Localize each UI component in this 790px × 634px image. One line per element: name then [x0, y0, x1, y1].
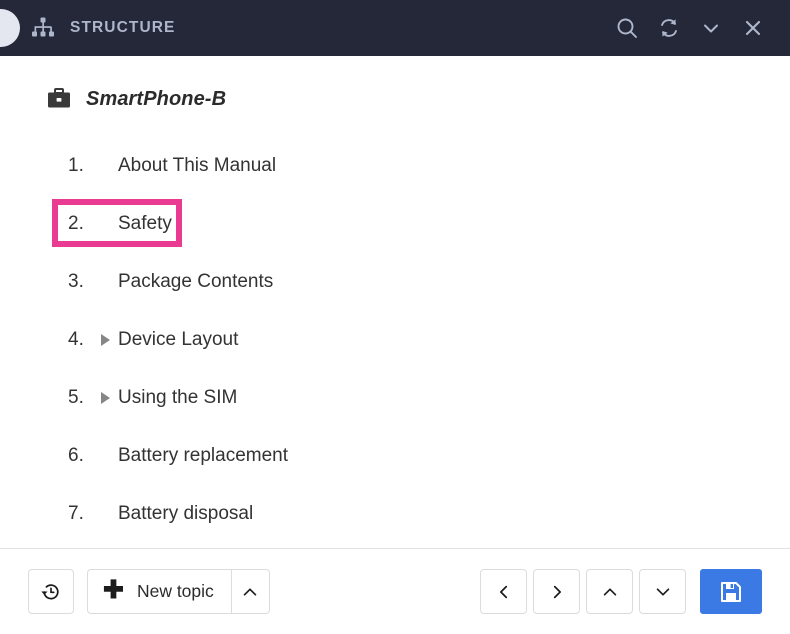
- panel-footer-toolbar: ✚ New topic: [0, 548, 790, 634]
- chevron-down-icon[interactable]: [698, 15, 724, 41]
- refresh-icon[interactable]: [656, 15, 682, 41]
- plus-icon: ✚: [103, 578, 124, 603]
- new-topic-button[interactable]: ✚ New topic: [87, 569, 232, 614]
- tree-item-label: About This Manual: [118, 155, 276, 177]
- tree-item-number: 1.: [68, 155, 92, 177]
- tree-item[interactable]: 2. Safety: [0, 195, 790, 253]
- tree-item-number: 3.: [68, 271, 92, 293]
- tree-item-label: Package Contents: [118, 271, 273, 293]
- tree-item[interactable]: 3. Package Contents: [0, 253, 790, 311]
- search-icon[interactable]: [614, 15, 640, 41]
- tree-item[interactable]: 7. Battery disposal: [0, 485, 790, 543]
- structure-panel-header: STRUCTURE: [0, 0, 790, 56]
- panel-title: STRUCTURE: [70, 19, 175, 37]
- header-actions: [614, 15, 766, 41]
- save-button[interactable]: [700, 569, 762, 614]
- topic-tree: 1. About This Manual 2. Safety 3. Package Con…: [0, 137, 790, 543]
- nav-next-button[interactable]: [533, 569, 580, 614]
- chevron-up-icon: [241, 583, 259, 601]
- tree-item[interactable]: 6. Battery replacement: [0, 427, 790, 485]
- panel-collapse-handle[interactable]: [0, 9, 20, 47]
- chevron-left-icon: [495, 583, 513, 601]
- tree-item-number: 7.: [68, 503, 92, 525]
- tree-item-number: 5.: [68, 387, 92, 409]
- new-topic-dropdown-button[interactable]: [232, 569, 270, 614]
- tree-item[interactable]: 4. Device Layout: [0, 311, 790, 369]
- structure-tree-panel: SmartPhone-B 1. About This Manual 2. Safety…: [0, 56, 790, 548]
- tree-item-label: Battery replacement: [118, 445, 288, 467]
- document-title-row[interactable]: SmartPhone-B: [0, 56, 790, 111]
- new-topic-label: New topic: [137, 581, 214, 602]
- expand-triangle-icon[interactable]: [92, 392, 118, 404]
- tree-item-number: 4.: [68, 329, 92, 351]
- chevron-right-icon: [548, 583, 566, 601]
- new-topic-button-group: ✚ New topic: [87, 569, 270, 614]
- history-button[interactable]: [28, 569, 74, 614]
- nav-move-up-button[interactable]: [586, 569, 633, 614]
- tree-item-label: Battery disposal: [118, 503, 253, 525]
- document-title: SmartPhone-B: [86, 88, 226, 111]
- expand-triangle-icon[interactable]: [92, 334, 118, 346]
- chevron-down-icon: [654, 583, 672, 601]
- tree-item-label: Device Layout: [118, 329, 238, 351]
- close-icon[interactable]: [740, 15, 766, 41]
- tree-item-number: 2.: [68, 213, 92, 235]
- sitemap-icon: [30, 15, 56, 41]
- tree-item-label: Using the SIM: [118, 387, 237, 409]
- tree-item-number: 6.: [68, 445, 92, 467]
- chevron-up-icon: [601, 583, 619, 601]
- tree-item[interactable]: 1. About This Manual: [0, 137, 790, 195]
- history-icon: [40, 581, 62, 603]
- navigation-button-group: [480, 569, 762, 614]
- nav-previous-button[interactable]: [480, 569, 527, 614]
- nav-move-down-button[interactable]: [639, 569, 686, 614]
- briefcase-icon: [46, 87, 72, 111]
- save-icon: [719, 580, 743, 604]
- tree-item[interactable]: 5. Using the SIM: [0, 369, 790, 427]
- tree-item-label: Safety: [118, 213, 172, 235]
